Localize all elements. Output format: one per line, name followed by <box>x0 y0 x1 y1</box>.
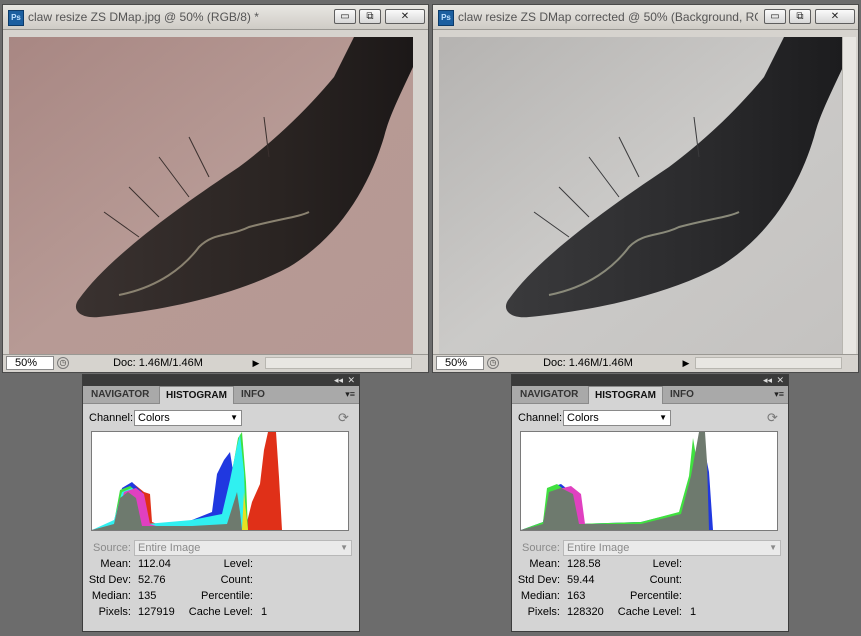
level-label: Level: <box>223 558 253 570</box>
median-label: Median: <box>91 590 131 602</box>
minimize-button[interactable]: ▭ <box>764 9 786 24</box>
title-bar[interactable]: Ps claw resize ZS DMap corrected @ 50% (… <box>433 5 858 30</box>
histogram-graph <box>520 431 778 531</box>
panel-header-strip[interactable]: ◂◂ ✕ <box>83 375 359 386</box>
clock-icon[interactable]: ◷ <box>487 357 499 369</box>
minimize-button[interactable]: ▭ <box>334 9 356 24</box>
source-select: Entire Image ▼ <box>134 540 352 556</box>
collapse-icon[interactable]: ◂◂ <box>763 375 772 386</box>
source-label: Source: <box>522 542 560 554</box>
pixels-value: 128320 <box>567 606 604 618</box>
claw-photo-corrected <box>439 37 843 359</box>
histogram-svg <box>92 432 282 530</box>
channel-select[interactable]: Colors ▼ <box>134 410 242 426</box>
histogram-panel-corrected[interactable]: ◂◂ ✕ NAVIGATOR HISTOGRAM INFO ▾≡ Channel… <box>511 374 789 632</box>
document-window-corrected[interactable]: Ps claw resize ZS DMap corrected @ 50% (… <box>432 4 859 373</box>
chevron-down-icon: ▼ <box>659 413 667 422</box>
panel-menu-icon[interactable]: ▾≡ <box>774 389 784 400</box>
tab-navigator[interactable]: NAVIGATOR <box>514 386 584 403</box>
median-value: 135 <box>138 590 157 602</box>
panel-menu-icon[interactable]: ▾≡ <box>345 389 355 400</box>
zoom-field[interactable]: 50% <box>6 356 54 370</box>
photoshop-icon: Ps <box>438 10 454 26</box>
chevron-down-icon: ▼ <box>340 543 348 552</box>
mean-value: 112.04 <box>138 558 171 570</box>
close-button[interactable]: ✕ <box>815 9 855 24</box>
refresh-icon[interactable]: ⟳ <box>767 410 778 426</box>
histogram-svg <box>521 432 713 530</box>
vertical-scrollbar[interactable] <box>842 37 856 359</box>
source-value: Entire Image <box>138 542 201 554</box>
count-label: Count: <box>220 574 253 586</box>
close-panel-icon[interactable]: ✕ <box>347 375 355 386</box>
doc-size-info: Doc: 1.46M/1.46M <box>543 357 633 369</box>
std-dev-value: 52.76 <box>138 574 166 586</box>
histogram-graph <box>91 431 349 531</box>
count-label: Count: <box>649 574 682 586</box>
doc-size-info: Doc: 1.46M/1.46M <box>113 357 203 369</box>
cache-level-label: Cache Level: <box>188 606 253 618</box>
source-label: Source: <box>93 542 131 554</box>
channel-value: Colors <box>138 412 170 424</box>
close-button[interactable]: ✕ <box>385 9 425 24</box>
pixels-label: Pixels: <box>527 606 560 618</box>
std-dev-label: Std Dev: <box>88 574 131 586</box>
median-label: Median: <box>520 590 560 602</box>
tab-histogram[interactable]: HISTOGRAM <box>159 386 234 404</box>
median-value: 163 <box>567 590 586 602</box>
horizontal-scrollbar[interactable] <box>265 357 412 369</box>
panel-tabs: NAVIGATOR HISTOGRAM INFO <box>512 386 788 404</box>
title-bar[interactable]: Ps claw resize ZS DMap.jpg @ 50% (RGB/8)… <box>3 5 428 30</box>
channel-label: Channel: <box>89 412 134 424</box>
source-value: Entire Image <box>567 542 630 554</box>
restore-button[interactable]: ⧉ <box>789 9 811 24</box>
document-title: claw resize ZS DMap corrected @ 50% (Bac… <box>458 10 758 24</box>
percentile-label: Percentile: <box>630 590 682 602</box>
zoom-field[interactable]: 50% <box>436 356 484 370</box>
horizontal-scrollbar[interactable] <box>695 357 842 369</box>
histogram-panel-original[interactable]: ◂◂ ✕ NAVIGATOR HISTOGRAM INFO ▾≡ Channel… <box>82 374 360 632</box>
tab-info[interactable]: INFO <box>235 386 271 403</box>
hist-gray <box>521 432 709 530</box>
tab-info[interactable]: INFO <box>664 386 700 403</box>
status-menu-arrow[interactable]: ▶ <box>680 356 692 370</box>
tab-navigator[interactable]: NAVIGATOR <box>85 386 155 403</box>
source-select: Entire Image ▼ <box>563 540 781 556</box>
status-bar: 50% ◷ Doc: 1.46M/1.46M ▶ <box>3 354 428 372</box>
channel-select[interactable]: Colors ▼ <box>563 410 671 426</box>
cache-level-label: Cache Level: <box>617 606 682 618</box>
channel-value: Colors <box>567 412 599 424</box>
pixels-label: Pixels: <box>98 606 131 618</box>
std-dev-value: 59.44 <box>567 574 595 586</box>
panel-tabs: NAVIGATOR HISTOGRAM INFO <box>83 386 359 404</box>
tab-histogram[interactable]: HISTOGRAM <box>588 386 663 404</box>
image-canvas[interactable] <box>9 37 413 359</box>
percentile-label: Percentile: <box>201 590 253 602</box>
std-dev-label: Std Dev: <box>517 574 560 586</box>
refresh-icon[interactable]: ⟳ <box>338 410 349 426</box>
status-menu-arrow[interactable]: ▶ <box>250 356 262 370</box>
mean-value: 128.58 <box>567 558 601 570</box>
mean-label: Mean: <box>100 558 131 570</box>
cache-level-value: 1 <box>261 606 268 618</box>
image-canvas[interactable] <box>439 37 843 359</box>
chevron-down-icon: ▼ <box>769 543 777 552</box>
pixels-value: 127919 <box>138 606 175 618</box>
cache-level-value: 1 <box>690 606 697 618</box>
close-panel-icon[interactable]: ✕ <box>776 375 784 386</box>
chevron-down-icon: ▼ <box>230 413 238 422</box>
status-bar: 50% ◷ Doc: 1.46M/1.46M ▶ <box>433 354 858 372</box>
claw-photo-original <box>9 37 413 359</box>
collapse-icon[interactable]: ◂◂ <box>334 375 343 386</box>
photoshop-icon: Ps <box>8 10 24 26</box>
channel-label: Channel: <box>518 412 563 424</box>
document-title: claw resize ZS DMap.jpg @ 50% (RGB/8) * <box>28 10 259 24</box>
document-window-original[interactable]: Ps claw resize ZS DMap.jpg @ 50% (RGB/8)… <box>2 4 429 373</box>
restore-button[interactable]: ⧉ <box>359 9 381 24</box>
clock-icon[interactable]: ◷ <box>57 357 69 369</box>
level-label: Level: <box>652 558 682 570</box>
panel-header-strip[interactable]: ◂◂ ✕ <box>512 375 788 386</box>
mean-label: Mean: <box>529 558 560 570</box>
